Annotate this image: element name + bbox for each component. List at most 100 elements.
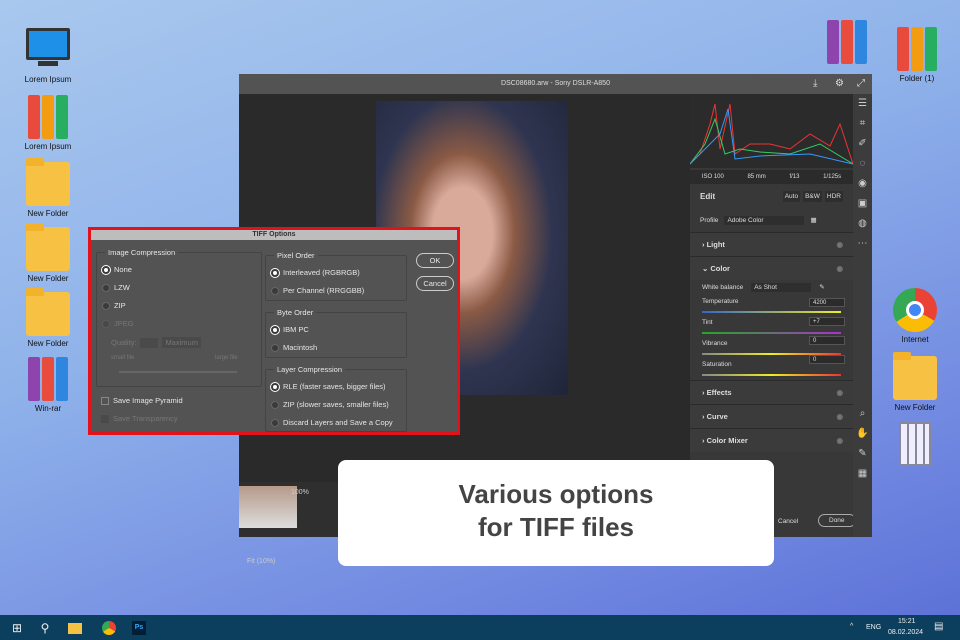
zoom-level[interactable]: 100% xyxy=(291,489,309,496)
tint-field[interactable]: +7 xyxy=(809,317,845,326)
radio-layer-zip[interactable]: ZIP (slower saves, smaller files) xyxy=(271,400,389,409)
desktop-icon-computer[interactable]: Lorem Ipsum xyxy=(13,28,83,84)
desktop-icon-winrar[interactable] xyxy=(812,20,882,67)
vibrance-field[interactable]: 0 xyxy=(809,336,845,345)
more-icon[interactable]: ⋯ xyxy=(853,234,872,254)
hand-icon[interactable]: ✋ xyxy=(853,424,872,444)
binders-icon xyxy=(26,95,70,139)
gear-icon[interactable]: ⚙ xyxy=(835,74,844,94)
radio-per-channel[interactable]: Per Channel (RRGGBB) xyxy=(271,286,364,295)
section-effects[interactable]: › Effects ◉ xyxy=(690,380,853,404)
folder-icon xyxy=(893,352,937,400)
computer-icon xyxy=(26,28,70,72)
section-light[interactable]: › Light ◉ xyxy=(690,232,853,256)
temperature-slider[interactable] xyxy=(702,311,841,313)
radio-none[interactable]: None xyxy=(102,265,132,274)
caption-box: Various options for TIFF files xyxy=(338,460,774,566)
mask-icon[interactable]: ◌ xyxy=(853,154,872,174)
profile-select[interactable]: Adobe Color xyxy=(724,215,805,225)
trash-icon xyxy=(899,422,931,466)
taskbar: ⊞ ⚲ Ps ^ ENG 15:21 08.02.2024 ▤ xyxy=(0,615,960,640)
hdr-button[interactable]: HDR xyxy=(824,190,843,202)
folder-icon xyxy=(26,223,70,271)
camera-info: ISO 100 85 mm f/13 1/125s xyxy=(690,170,853,184)
desktop-icon-folder[interactable]: New Folder xyxy=(13,288,83,348)
radio-lzw[interactable]: LZW xyxy=(102,283,130,292)
eyedropper-icon[interactable]: ✎ xyxy=(819,283,824,291)
winrar-icon xyxy=(26,357,70,401)
white-balance-select[interactable]: As Shot xyxy=(751,282,812,292)
presets-icon[interactable]: ▣ xyxy=(853,194,872,214)
done-button[interactable]: Done xyxy=(818,514,856,527)
notification-icon[interactable]: ▤ xyxy=(934,621,943,632)
desktop-icon-binders[interactable]: Lorem Ipsum xyxy=(13,95,83,151)
radio-jpeg[interactable]: JPEG xyxy=(102,319,134,328)
winrar-icon xyxy=(825,20,869,64)
desktop-icon-folder[interactable]: New Folder xyxy=(13,223,83,283)
folder-icon xyxy=(26,288,70,336)
histogram xyxy=(689,94,854,168)
redeye-icon[interactable]: ◉ xyxy=(853,174,872,194)
tiff-options-dialog: TIFF Options Image Compression None LZW … xyxy=(88,227,460,435)
clock-time[interactable]: 15:21 xyxy=(898,618,916,625)
pixel-order-group: Pixel Order Interleaved (RGBRGB) Per Cha… xyxy=(265,251,407,301)
chrome-icon xyxy=(893,288,937,332)
crop-icon[interactable]: ⌗ xyxy=(853,114,872,134)
radio-ibm-pc[interactable]: IBM PC xyxy=(271,325,309,334)
desktop-icon-winrar[interactable]: Win-rar xyxy=(13,357,83,413)
photoshop-icon[interactable]: Ps xyxy=(130,619,148,637)
bw-button[interactable]: B&W xyxy=(803,190,822,202)
save-transparency-checkbox[interactable]: Save Transparency xyxy=(101,414,178,423)
radio-interleaved[interactable]: Interleaved (RGBRGB) xyxy=(271,268,360,277)
fullscreen-icon[interactable]: ⤢ xyxy=(857,74,865,94)
radio-rle[interactable]: RLE (faster saves, bigger files) xyxy=(271,382,386,391)
filmstrip-thumbnail[interactable] xyxy=(239,486,297,528)
section-color-mixer[interactable]: › Color Mixer ◉ xyxy=(690,428,853,452)
radio-discard-layers[interactable]: Discard Layers and Save a Copy xyxy=(271,418,393,427)
quality-slider[interactable] xyxy=(119,371,237,373)
save-icon[interactable]: ⤓ xyxy=(813,74,817,94)
ok-button[interactable]: OK xyxy=(416,253,454,268)
layer-compression-group: Layer Compression RLE (faster saves, big… xyxy=(265,365,407,432)
image-compression-group: Image Compression None LZW ZIP JPEG Qual… xyxy=(96,248,262,387)
chrome-icon[interactable] xyxy=(100,619,118,637)
start-icon[interactable]: ⊞ xyxy=(8,619,26,637)
section-curve[interactable]: › Curve ◉ xyxy=(690,404,853,428)
eye-icon: ◉ xyxy=(836,264,843,273)
radio-macintosh[interactable]: Macintosh xyxy=(271,343,317,352)
tool-strip: ☰ ⌗ ✐ ◌ ◉ ▣ ◍ ⋯ ⌕ ✋ ✎ ▦ xyxy=(853,94,872,537)
quality-select[interactable]: Maximum xyxy=(162,337,201,348)
section-color[interactable]: ⌄ Color ◉ xyxy=(690,256,853,280)
clock-date[interactable]: 08.02.2024 xyxy=(888,629,923,636)
fit-zoom[interactable]: Fit (10%) xyxy=(247,558,275,565)
search-icon[interactable]: ⚲ xyxy=(36,619,54,637)
cancel-button[interactable]: Cancel xyxy=(778,518,798,525)
heal-icon[interactable]: ✐ xyxy=(853,134,872,154)
desktop-icon-chrome[interactable]: Internet xyxy=(880,288,950,344)
temperature-field[interactable]: 4200 xyxy=(809,298,845,307)
tray-chevron-icon[interactable]: ^ xyxy=(850,623,853,630)
snapshots-icon[interactable]: ◍ xyxy=(853,214,872,234)
adjust-icon[interactable]: ☰ xyxy=(853,94,872,114)
profile-browser-icon[interactable]: ▦ xyxy=(810,216,816,224)
file-explorer-icon[interactable] xyxy=(66,619,84,637)
window-titlebar: DSC08680.arw - Sony DSLR-A850 ⤓ ⚙ ⤢ xyxy=(239,74,872,94)
auto-button[interactable]: Auto xyxy=(782,190,801,202)
desktop-icon-trash[interactable] xyxy=(880,422,950,469)
sampler-icon[interactable]: ✎ xyxy=(853,444,872,464)
zoom-icon[interactable]: ⌕ xyxy=(853,404,872,424)
desktop-icon-binders[interactable]: Folder (1) xyxy=(882,27,952,83)
dialog-cancel-button[interactable]: Cancel xyxy=(416,276,454,291)
byte-order-group: Byte Order IBM PC Macintosh xyxy=(265,308,407,358)
saturation-slider[interactable] xyxy=(702,374,841,376)
radio-zip[interactable]: ZIP xyxy=(102,301,126,310)
saturation-field[interactable]: 0 xyxy=(809,355,845,364)
desktop-icon-folder[interactable]: New Folder xyxy=(13,158,83,218)
quality-field[interactable] xyxy=(140,337,159,348)
tint-slider[interactable] xyxy=(702,332,841,334)
save-image-pyramid-checkbox[interactable]: Save Image Pyramid xyxy=(101,396,183,405)
color-controls: White balance As Shot ✎ Temperature 4200 Ti… xyxy=(690,280,853,380)
language[interactable]: ENG xyxy=(866,624,881,631)
grid-icon[interactable]: ▦ xyxy=(853,464,872,484)
desktop-icon-folder[interactable]: New Folder xyxy=(880,352,950,412)
